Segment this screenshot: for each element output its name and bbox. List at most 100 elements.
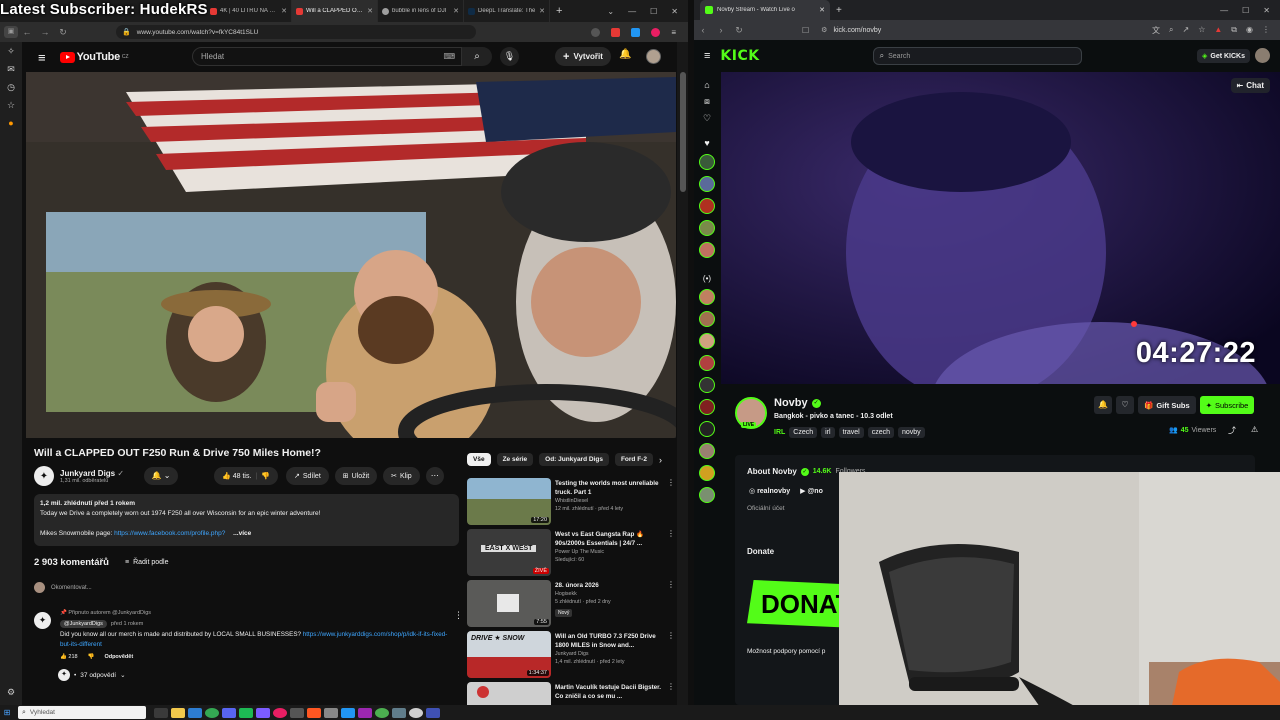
extension-icon[interactable] bbox=[611, 27, 621, 37]
reply-button[interactable]: Odpovědět bbox=[104, 654, 133, 660]
followed-channel-avatar[interactable] bbox=[699, 176, 715, 192]
hamburger-menu-icon[interactable]: ≡ bbox=[704, 50, 710, 62]
chips-next-icon[interactable]: › bbox=[659, 455, 662, 465]
scrollbar-thumb[interactable] bbox=[679, 72, 686, 192]
follow-heart-icon[interactable]: ♡ bbox=[1116, 396, 1134, 414]
comment-dislike-button[interactable]: 👎 bbox=[88, 654, 95, 660]
kick-tab[interactable]: Novby Stream - Watch Live o ✕ bbox=[700, 0, 830, 20]
extension-icon[interactable] bbox=[591, 27, 601, 37]
subscribe-button[interactable]: ✦ Subscribe bbox=[1199, 396, 1255, 414]
tab-3[interactable]: bubble in lens of DJI ✕ bbox=[378, 0, 464, 22]
stream-player[interactable]: ⇤ Chat 04:27:22 bbox=[721, 72, 1280, 384]
rec-item[interactable]: EAST X WEST ŽIVĚ West vs East Gangsta Ra… bbox=[467, 529, 675, 580]
ai-icon[interactable]: ✧ bbox=[0, 42, 22, 60]
search-icon[interactable]: ⌕ bbox=[462, 47, 492, 66]
save-button[interactable]: ⊞ Uložit bbox=[334, 467, 378, 485]
notifications-bell-icon[interactable]: 🔔 bbox=[619, 49, 631, 60]
chip-ford[interactable]: Ford F-2 bbox=[614, 453, 653, 466]
app-icon[interactable] bbox=[307, 707, 321, 718]
live-channel-avatar[interactable] bbox=[699, 399, 715, 415]
chip-series[interactable]: Ze série bbox=[496, 453, 534, 466]
tab-1[interactable]: 4K | 40 LITRŮ NA STO ✕ bbox=[206, 0, 292, 22]
dislike-button[interactable]: 👎 bbox=[261, 472, 270, 480]
url-text[interactable]: kick.com/novby bbox=[833, 27, 881, 34]
gift-subs-button[interactable]: 🎁 Gift Subs bbox=[1138, 396, 1196, 414]
tag[interactable]: Czech bbox=[789, 427, 818, 438]
taskbar-search[interactable]: ⌕ Vyhledat bbox=[18, 706, 146, 719]
sidebar-toggle-icon[interactable]: ▣ bbox=[4, 26, 18, 38]
followed-channel-avatar[interactable] bbox=[699, 220, 715, 236]
notify-bell-icon[interactable]: 🔔 bbox=[1094, 396, 1112, 414]
minimize-icon[interactable]: — bbox=[628, 7, 636, 16]
instagram-link[interactable]: ◎ realnovby bbox=[749, 487, 790, 495]
subscribe-bell-button[interactable]: 🔔 ⌄ bbox=[144, 467, 179, 485]
hamburger-menu-icon[interactable]: ≡ bbox=[38, 50, 46, 65]
tag[interactable]: czech bbox=[867, 427, 894, 438]
app-icon[interactable] bbox=[239, 707, 253, 718]
discord-icon[interactable] bbox=[222, 707, 236, 718]
create-button[interactable]: + Vytvořit bbox=[555, 47, 611, 66]
star-icon[interactable]: ☆ bbox=[1198, 25, 1205, 36]
tab-4[interactable]: DeepL Translate: The ✕ bbox=[464, 0, 550, 22]
bookmark-icon[interactable]: ☆ bbox=[0, 96, 22, 114]
share-icon[interactable]: ↗ bbox=[1183, 25, 1190, 36]
rec-item[interactable]: DRIVE ★ SNOW 1:34:37 Will an Old TURBO 7.… bbox=[467, 631, 675, 682]
rec-menu-icon[interactable]: ⋮ bbox=[667, 478, 675, 487]
rec-item[interactable]: Martin Vaculík testuje Dacii Bigster. Co… bbox=[467, 682, 675, 705]
stream-category[interactable]: IRL bbox=[774, 429, 785, 436]
app-icon[interactable] bbox=[188, 707, 202, 718]
more-actions-icon[interactable]: ⋯ bbox=[425, 467, 444, 485]
obs-icon[interactable] bbox=[409, 707, 423, 718]
zoom-icon[interactable]: ⌕ bbox=[1169, 25, 1173, 36]
rec-menu-icon[interactable]: ⋮ bbox=[667, 682, 675, 691]
site-info-icon[interactable]: ⚙ bbox=[821, 26, 827, 34]
tag[interactable]: travel bbox=[838, 427, 864, 438]
tag[interactable]: novby bbox=[898, 427, 925, 438]
page-scrollbar[interactable] bbox=[677, 42, 688, 705]
app-icon[interactable] bbox=[426, 707, 440, 718]
search-input[interactable]: ⌕ Search bbox=[872, 47, 1082, 65]
close-tab-icon[interactable]: ✕ bbox=[364, 7, 373, 15]
extension-icon[interactable] bbox=[651, 27, 661, 37]
app-icon[interactable] bbox=[392, 707, 406, 718]
close-window-icon[interactable]: ✕ bbox=[1263, 6, 1270, 15]
settings-icon[interactable]: ⚙ bbox=[0, 683, 22, 701]
account-avatar[interactable] bbox=[1255, 48, 1270, 63]
commenter-avatar[interactable]: ✦ bbox=[34, 612, 51, 629]
report-icon[interactable]: ⚠ bbox=[1251, 425, 1258, 434]
show-more-button[interactable]: ...více bbox=[233, 530, 251, 537]
forward-icon[interactable]: › bbox=[712, 25, 730, 35]
like-button[interactable]: 👍 48 tis. bbox=[222, 472, 251, 480]
youtube-link[interactable]: ▶ @no bbox=[800, 487, 823, 495]
browse-icon[interactable]: ⧈ bbox=[694, 96, 720, 107]
description-link[interactable]: https://www.facebook.com/profile.php? bbox=[114, 530, 225, 537]
video-player[interactable] bbox=[26, 72, 676, 438]
comment-like-button[interactable]: 👍 218 bbox=[60, 654, 78, 660]
live-channel-avatar[interactable] bbox=[699, 333, 715, 349]
live-channel-avatar[interactable] bbox=[699, 355, 715, 371]
live-channel-avatar[interactable] bbox=[699, 311, 715, 327]
kick-logo[interactable]: KICK bbox=[720, 48, 759, 64]
rec-item[interactable]: 7:55 28. února 2026 Hogisekk 5 zhlédnutí… bbox=[467, 580, 675, 631]
reload-icon[interactable]: ↻ bbox=[730, 25, 748, 36]
close-tab-icon[interactable]: ✕ bbox=[278, 7, 287, 15]
opera-icon[interactable] bbox=[273, 707, 287, 718]
microphone-icon[interactable]: 🎙 bbox=[500, 47, 519, 66]
new-tab-icon[interactable]: + bbox=[836, 5, 842, 16]
start-icon[interactable]: ⊞ bbox=[0, 708, 14, 717]
chip-channel[interactable]: Od: Junkyard Digs bbox=[539, 453, 609, 466]
rec-menu-icon[interactable]: ⋮ bbox=[667, 580, 675, 589]
live-channel-avatar[interactable] bbox=[699, 421, 715, 437]
get-kicks-button[interactable]: ◈ Get KICKs bbox=[1196, 49, 1250, 63]
tab-search-icon[interactable]: ⌄ bbox=[607, 7, 614, 16]
rec-item[interactable]: 17:20 Testing the worlds most unreliable… bbox=[467, 478, 675, 529]
app-icon[interactable] bbox=[341, 707, 355, 718]
share-button[interactable]: ↗ Sdílet bbox=[285, 467, 329, 485]
app-icon[interactable] bbox=[290, 707, 304, 718]
back-icon[interactable]: ← bbox=[18, 27, 36, 37]
followed-channel-avatar[interactable] bbox=[699, 198, 715, 214]
followed-channel-avatar[interactable] bbox=[699, 154, 715, 170]
extension-icon[interactable] bbox=[631, 27, 641, 37]
tab-2-active[interactable]: Will a CLAPPED OUT ✕ bbox=[292, 0, 378, 22]
share-icon[interactable]: ⤴ bbox=[1228, 425, 1236, 436]
